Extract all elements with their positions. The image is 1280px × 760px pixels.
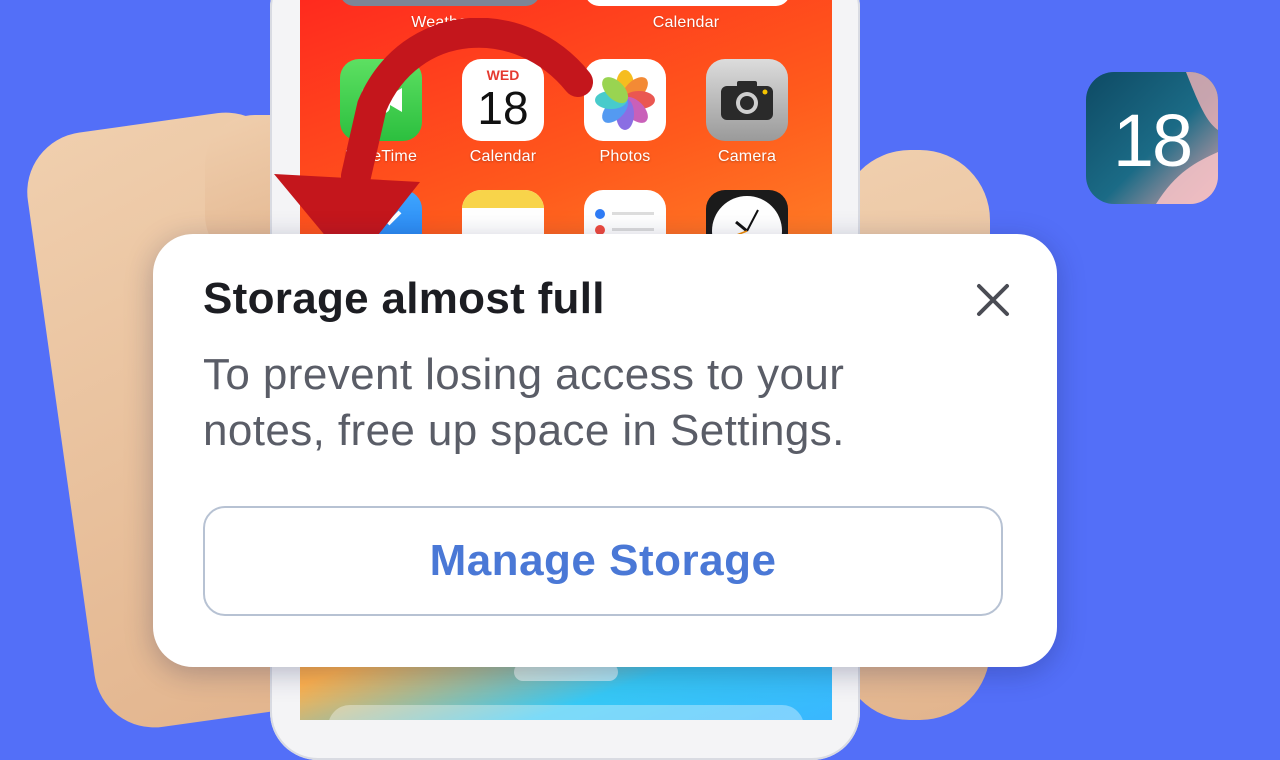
- ios-18-logo: 18: [1086, 72, 1218, 204]
- close-button[interactable]: [971, 278, 1015, 322]
- camera-icon: [721, 81, 773, 120]
- calendar-widget[interactable]: [585, 0, 790, 6]
- alert-title: Storage almost full: [203, 274, 605, 323]
- manage-storage-button[interactable]: Manage Storage: [203, 506, 1003, 616]
- weather-widget[interactable]: [340, 0, 540, 6]
- alert-message-line-1: To prevent losing access to your: [203, 350, 845, 399]
- app-camera[interactable]: [706, 59, 788, 141]
- app-camera-label: Camera: [717, 148, 777, 165]
- alert-message-line-2: notes, free up space in Settings.: [203, 406, 845, 455]
- calendar-widget-label: Calendar: [652, 14, 720, 31]
- ios-18-logo-text: 18: [1112, 99, 1193, 182]
- alert-message: To prevent losing access to your notes, …: [203, 347, 1003, 459]
- dock: [328, 705, 804, 720]
- storage-alert-card: Storage almost full To prevent losing ac…: [153, 234, 1057, 667]
- close-icon: [977, 284, 1009, 316]
